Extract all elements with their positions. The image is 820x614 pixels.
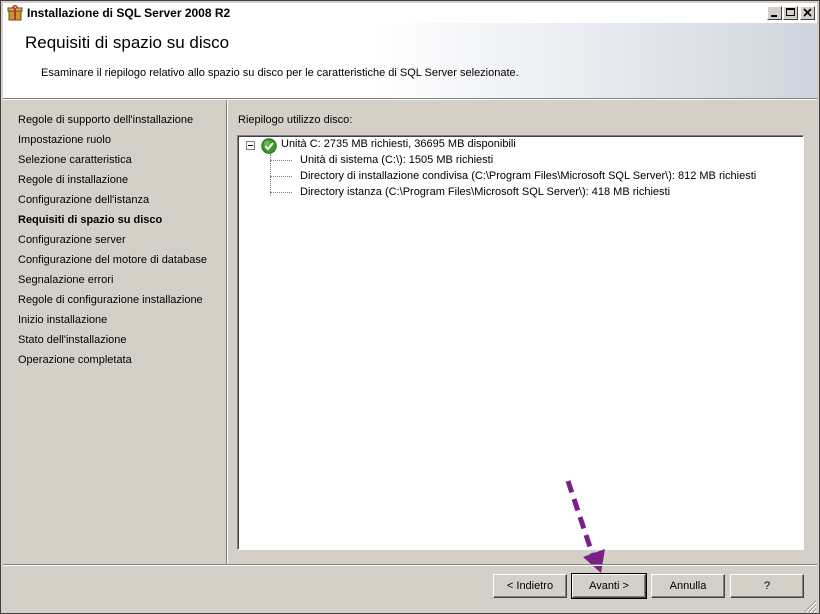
minimize-icon <box>771 15 777 17</box>
step-role-setup[interactable]: Impostazione ruolo <box>18 134 111 146</box>
page-subtitle: Esaminare il riepilogo relativo allo spa… <box>41 67 519 79</box>
step-ready-to-install[interactable]: Inizio installazione <box>18 314 107 326</box>
step-installation-configuration-rules[interactable]: Regole di configurazione installazione <box>18 294 203 306</box>
tree-item-instance-directory[interactable]: Directory istanza (C:\Program Files\Micr… <box>300 186 670 198</box>
minimize-button[interactable] <box>767 6 782 20</box>
maximize-button[interactable] <box>783 6 798 20</box>
step-database-engine-configuration[interactable]: Configurazione del motore di database <box>18 254 207 266</box>
next-button[interactable]: Avanti > <box>571 573 647 599</box>
maximize-icon <box>786 8 795 16</box>
step-installation-progress[interactable]: Stato dell'installazione <box>18 334 127 346</box>
step-error-reporting[interactable]: Segnalazione errori <box>18 274 113 286</box>
annotation-arrow-icon <box>565 480 605 573</box>
step-installation-rules[interactable]: Regole di installazione <box>18 174 128 186</box>
footer-divider-highlight <box>3 565 817 566</box>
close-icon <box>803 8 812 17</box>
step-disk-space-requirements[interactable]: Requisiti di spazio su disco <box>18 214 162 226</box>
step-complete[interactable]: Operazione completata <box>18 354 132 366</box>
tree-item-shared-directory[interactable]: Directory di installazione condivisa (C:… <box>300 170 756 182</box>
sql-setup-box-icon <box>7 5 23 21</box>
check-circle-icon <box>261 138 277 154</box>
tree-root-drive-c[interactable]: Unità C: 2735 MB richiesti, 36695 MB dis… <box>281 138 516 150</box>
resize-grip-icon[interactable] <box>803 599 817 613</box>
tree-connector <box>270 192 292 193</box>
installer-window: Installazione di SQL Server 2008 R2 Requ… <box>0 0 820 614</box>
back-button[interactable]: < Indietro <box>493 574 567 598</box>
step-setup-support-rules[interactable]: Regole di supporto dell'installazione <box>18 114 193 126</box>
tree-connector <box>270 160 292 161</box>
collapse-toggle-icon[interactable] <box>246 141 255 150</box>
page-title: Requisiti di spazio su disco <box>25 33 230 52</box>
page-header: Requisiti di spazio su disco Esaminare i… <box>3 23 817 98</box>
step-instance-configuration[interactable]: Configurazione dell'istanza <box>18 194 149 206</box>
window-title: Installazione di SQL Server 2008 R2 <box>27 6 231 20</box>
help-button[interactable]: ? <box>730 574 804 598</box>
sidebar-divider-highlight <box>227 100 228 564</box>
step-feature-selection[interactable]: Selezione caratteristica <box>18 154 132 166</box>
tree-connector <box>270 176 292 177</box>
disk-usage-tree[interactable]: Unità C: 2735 MB richiesti, 36695 MB dis… <box>237 135 804 550</box>
title-bar[interactable]: Installazione di SQL Server 2008 R2 <box>3 3 817 23</box>
disk-usage-summary-label: Riepilogo utilizzo disco: <box>238 114 353 126</box>
cancel-button[interactable]: Annulla <box>651 574 725 598</box>
tree-item-system-drive[interactable]: Unità di sistema (C:\): 1505 MB richiest… <box>300 154 493 166</box>
close-button[interactable] <box>800 6 815 20</box>
step-navigation: Regole di supporto dell'installazione Im… <box>3 100 226 564</box>
step-server-configuration[interactable]: Configurazione server <box>18 234 126 246</box>
